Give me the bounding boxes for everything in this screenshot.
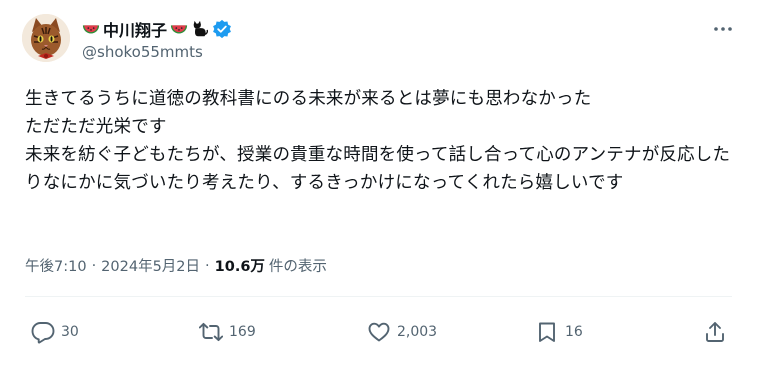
watermelon-icon: [82, 20, 100, 38]
bookmark-count: 16: [565, 324, 583, 340]
bookmark-icon: [539, 322, 555, 342]
cat-avatar-icon: [22, 14, 70, 62]
avatar[interactable]: [22, 14, 70, 62]
watermelon-icon: [170, 20, 188, 38]
action-bar: 30 169 2,003 16: [0, 316, 757, 348]
reply-icon: [31, 322, 55, 344]
tweet-meta: 午後7:10 · 2024年5月2日 · 10.6万 件の表示: [25, 255, 327, 276]
share-button[interactable]: [703, 316, 727, 348]
repost-icon: [199, 322, 223, 342]
display-name[interactable]: 中川翔子: [103, 17, 167, 41]
heart-icon: [368, 322, 390, 342]
meta-separator: ·: [91, 257, 97, 274]
tweet-card: 中川翔子 @shoko55mmts 生きてるうちに道徳の教科書にのる未来が来ると…: [0, 0, 757, 368]
view-count-label[interactable]: 件の表示: [269, 255, 327, 276]
tweet-time[interactable]: 午後7:10: [25, 255, 87, 276]
repost-button[interactable]: 169: [199, 316, 256, 348]
black-cat-icon: [191, 20, 209, 38]
author-handle[interactable]: @shoko55mmts: [82, 43, 203, 61]
reply-button[interactable]: 30: [31, 316, 79, 348]
divider: [25, 296, 732, 297]
view-count[interactable]: 10.6万: [215, 255, 265, 276]
verified-badge-icon: [212, 19, 232, 39]
reply-count: 30: [61, 324, 79, 340]
meta-separator: ·: [205, 257, 210, 274]
bookmark-button[interactable]: 16: [535, 316, 583, 348]
more-options-icon[interactable]: [712, 18, 734, 40]
author-name-row[interactable]: 中川翔子: [82, 17, 232, 41]
tweet-text: 生きてるうちに道徳の教科書にのる未来が来るとは夢にも思わなかった ただただ光栄で…: [25, 89, 731, 193]
repost-count: 169: [229, 324, 256, 340]
like-count: 2,003: [397, 324, 438, 340]
tweet-date[interactable]: 2024年5月2日: [101, 255, 200, 276]
share-icon: [706, 322, 724, 342]
like-button[interactable]: 2,003: [367, 316, 437, 348]
